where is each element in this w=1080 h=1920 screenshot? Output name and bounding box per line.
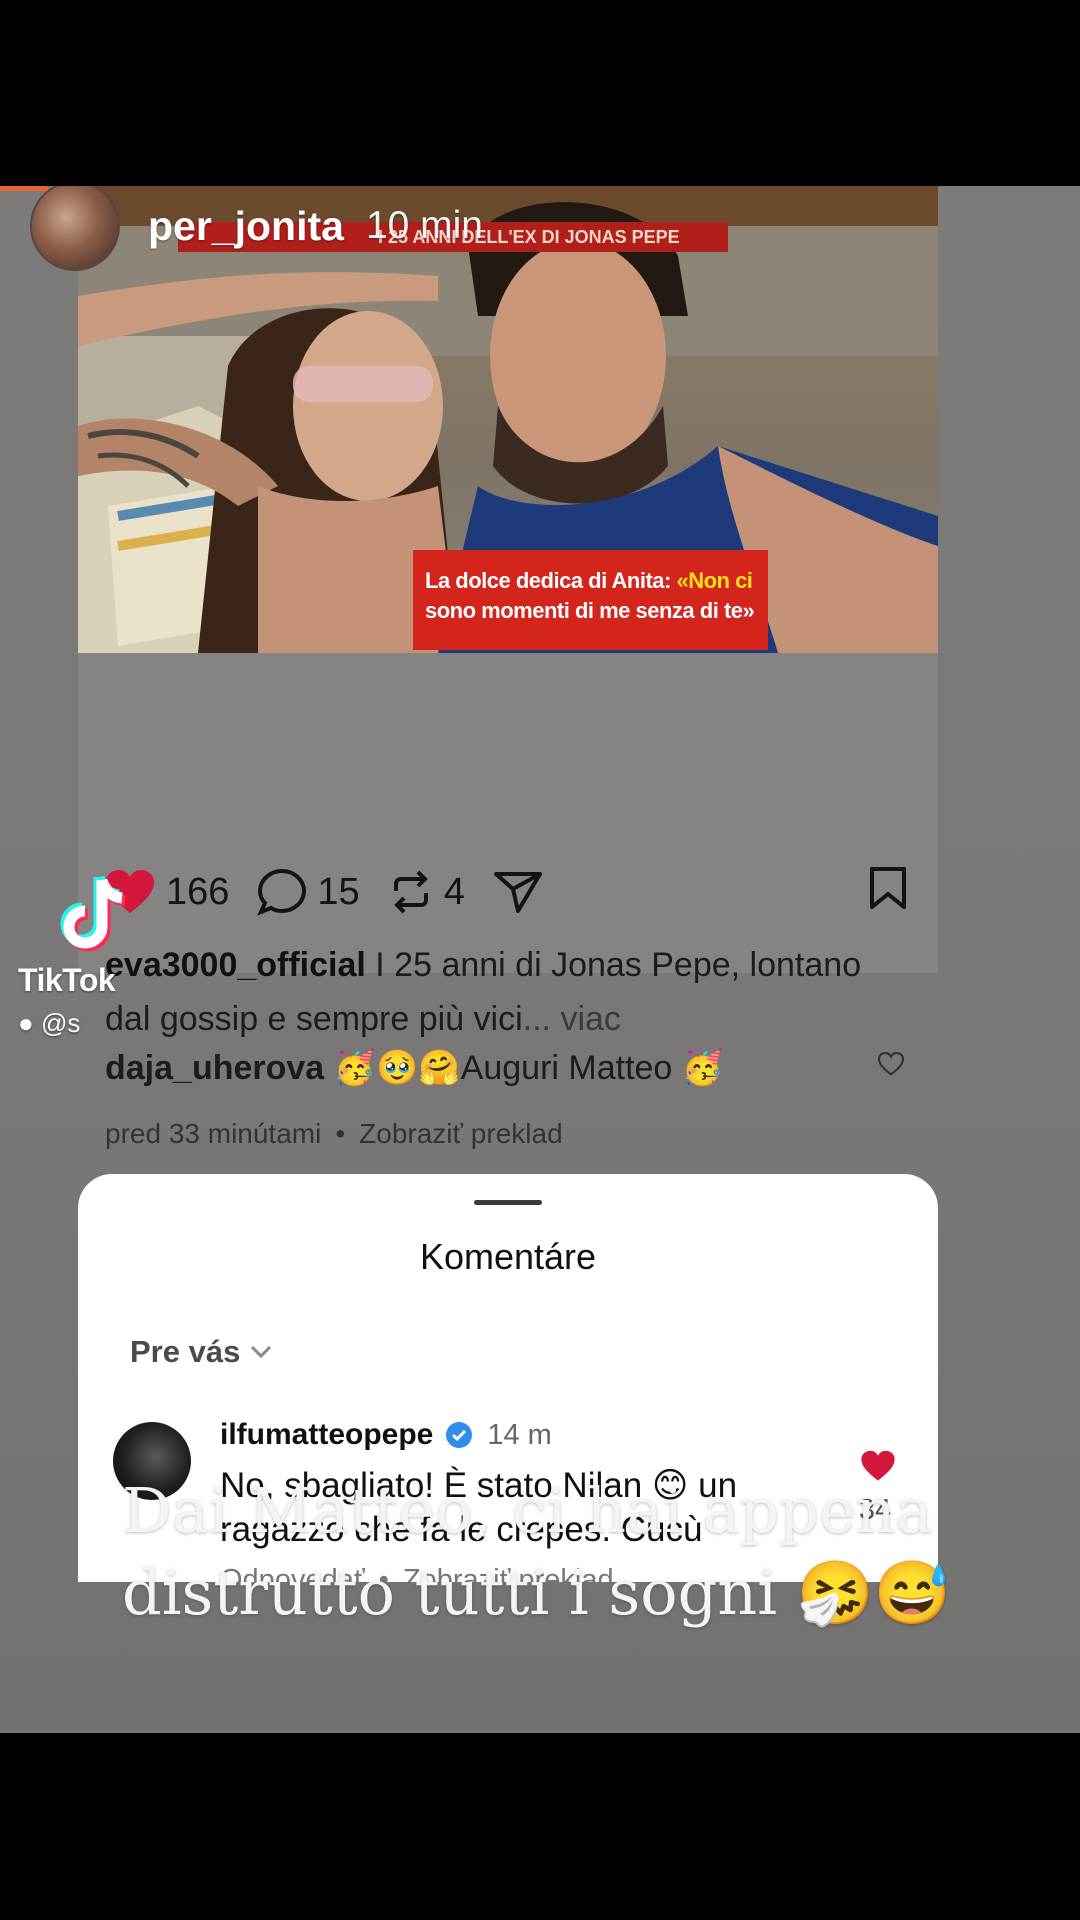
- comment-header: ilfumatteopepe 14 m: [220, 1418, 552, 1452]
- repost-icon: [393, 870, 428, 914]
- tiktok-logo-icon: [60, 875, 126, 952]
- post-caption: eva3000_official I 25 anni di Jonas Pepe…: [105, 938, 905, 1046]
- story-view[interactable]: I 25 ANNI DELL'EX DI JONAS PEPE La dolce…: [0, 186, 1080, 1733]
- story-time: 10 min: [365, 204, 483, 247]
- preview-translate-link[interactable]: Zobraziť preklad: [359, 1118, 562, 1149]
- preview-like-button[interactable]: [877, 1051, 905, 1081]
- meta-separator: •: [335, 1118, 346, 1149]
- preview-meta: pred 33 minútami • Zobraziť preklad: [105, 1118, 563, 1150]
- preview-time: pred 33 minútami: [105, 1118, 322, 1149]
- sheet-drag-handle[interactable]: [474, 1200, 542, 1205]
- story-text-line1: Dai Matteo, ci hai appena: [122, 1474, 933, 1547]
- tiktok-wordmark: TikTok: [18, 962, 116, 998]
- caption-more-link[interactable]: ... viac: [523, 1000, 621, 1038]
- tiktok-handle-text: @s: [40, 1008, 81, 1038]
- story-text-line2: distrutto tutti i sogni 🤧😅: [122, 1556, 952, 1629]
- story-header[interactable]: per_jonita 10 min: [30, 186, 483, 271]
- headline-line2: sono momenti di me senza di te»: [425, 598, 755, 623]
- comment-username[interactable]: ilfumatteopepe: [220, 1418, 433, 1452]
- repost-count: 4: [443, 870, 465, 913]
- sheet-title: Komentáre: [419, 1236, 597, 1277]
- story-username[interactable]: per_jonita: [148, 203, 344, 250]
- preview-username[interactable]: daja_uherova: [105, 1049, 324, 1087]
- comment-button[interactable]: 15: [257, 868, 360, 916]
- post-actions: 166 15 4: [104, 862, 571, 922]
- chevron-down-icon: [251, 1345, 272, 1359]
- comment-time: 14 m: [487, 1418, 552, 1451]
- heart-outline-icon: [877, 1051, 905, 1076]
- share-button[interactable]: [493, 869, 543, 915]
- save-button[interactable]: [868, 866, 908, 915]
- preview-text: 🥳🥹🤗Auguri Matteo 🥳: [324, 1049, 725, 1087]
- filter-label: Pre vás: [130, 1334, 241, 1369]
- comment-preview: daja_uherova 🥳🥹🤗Auguri Matteo 🥳: [105, 1048, 905, 1088]
- comments-filter-dropdown[interactable]: Pre vás: [130, 1334, 272, 1370]
- repost-button[interactable]: 4: [388, 869, 465, 915]
- tiktok-handle: ● @s: [18, 1008, 80, 1039]
- bottom-black-bar: [0, 1733, 1080, 1920]
- headline-line1: La dolce dedica di Anita:: [425, 568, 677, 593]
- like-count: 166: [166, 870, 230, 913]
- top-black-bar: [0, 0, 1080, 186]
- verified-badge-icon: [446, 1422, 473, 1448]
- user-icon: ●: [18, 1008, 34, 1038]
- story-text-overlay: Dai Matteo, ci hai appena distrutto tutt…: [122, 1470, 1002, 1634]
- bookmark-icon: [870, 867, 906, 909]
- send-icon: [493, 872, 542, 913]
- headline-quote: «Non ci: [676, 568, 753, 593]
- headline-overlay: La dolce dedica di Anita: «Non ci sono m…: [413, 550, 768, 650]
- story-avatar[interactable]: [30, 186, 120, 271]
- comment-count: 15: [317, 870, 360, 913]
- comment-bubble-icon: [257, 868, 307, 916]
- post-body: [78, 653, 938, 973]
